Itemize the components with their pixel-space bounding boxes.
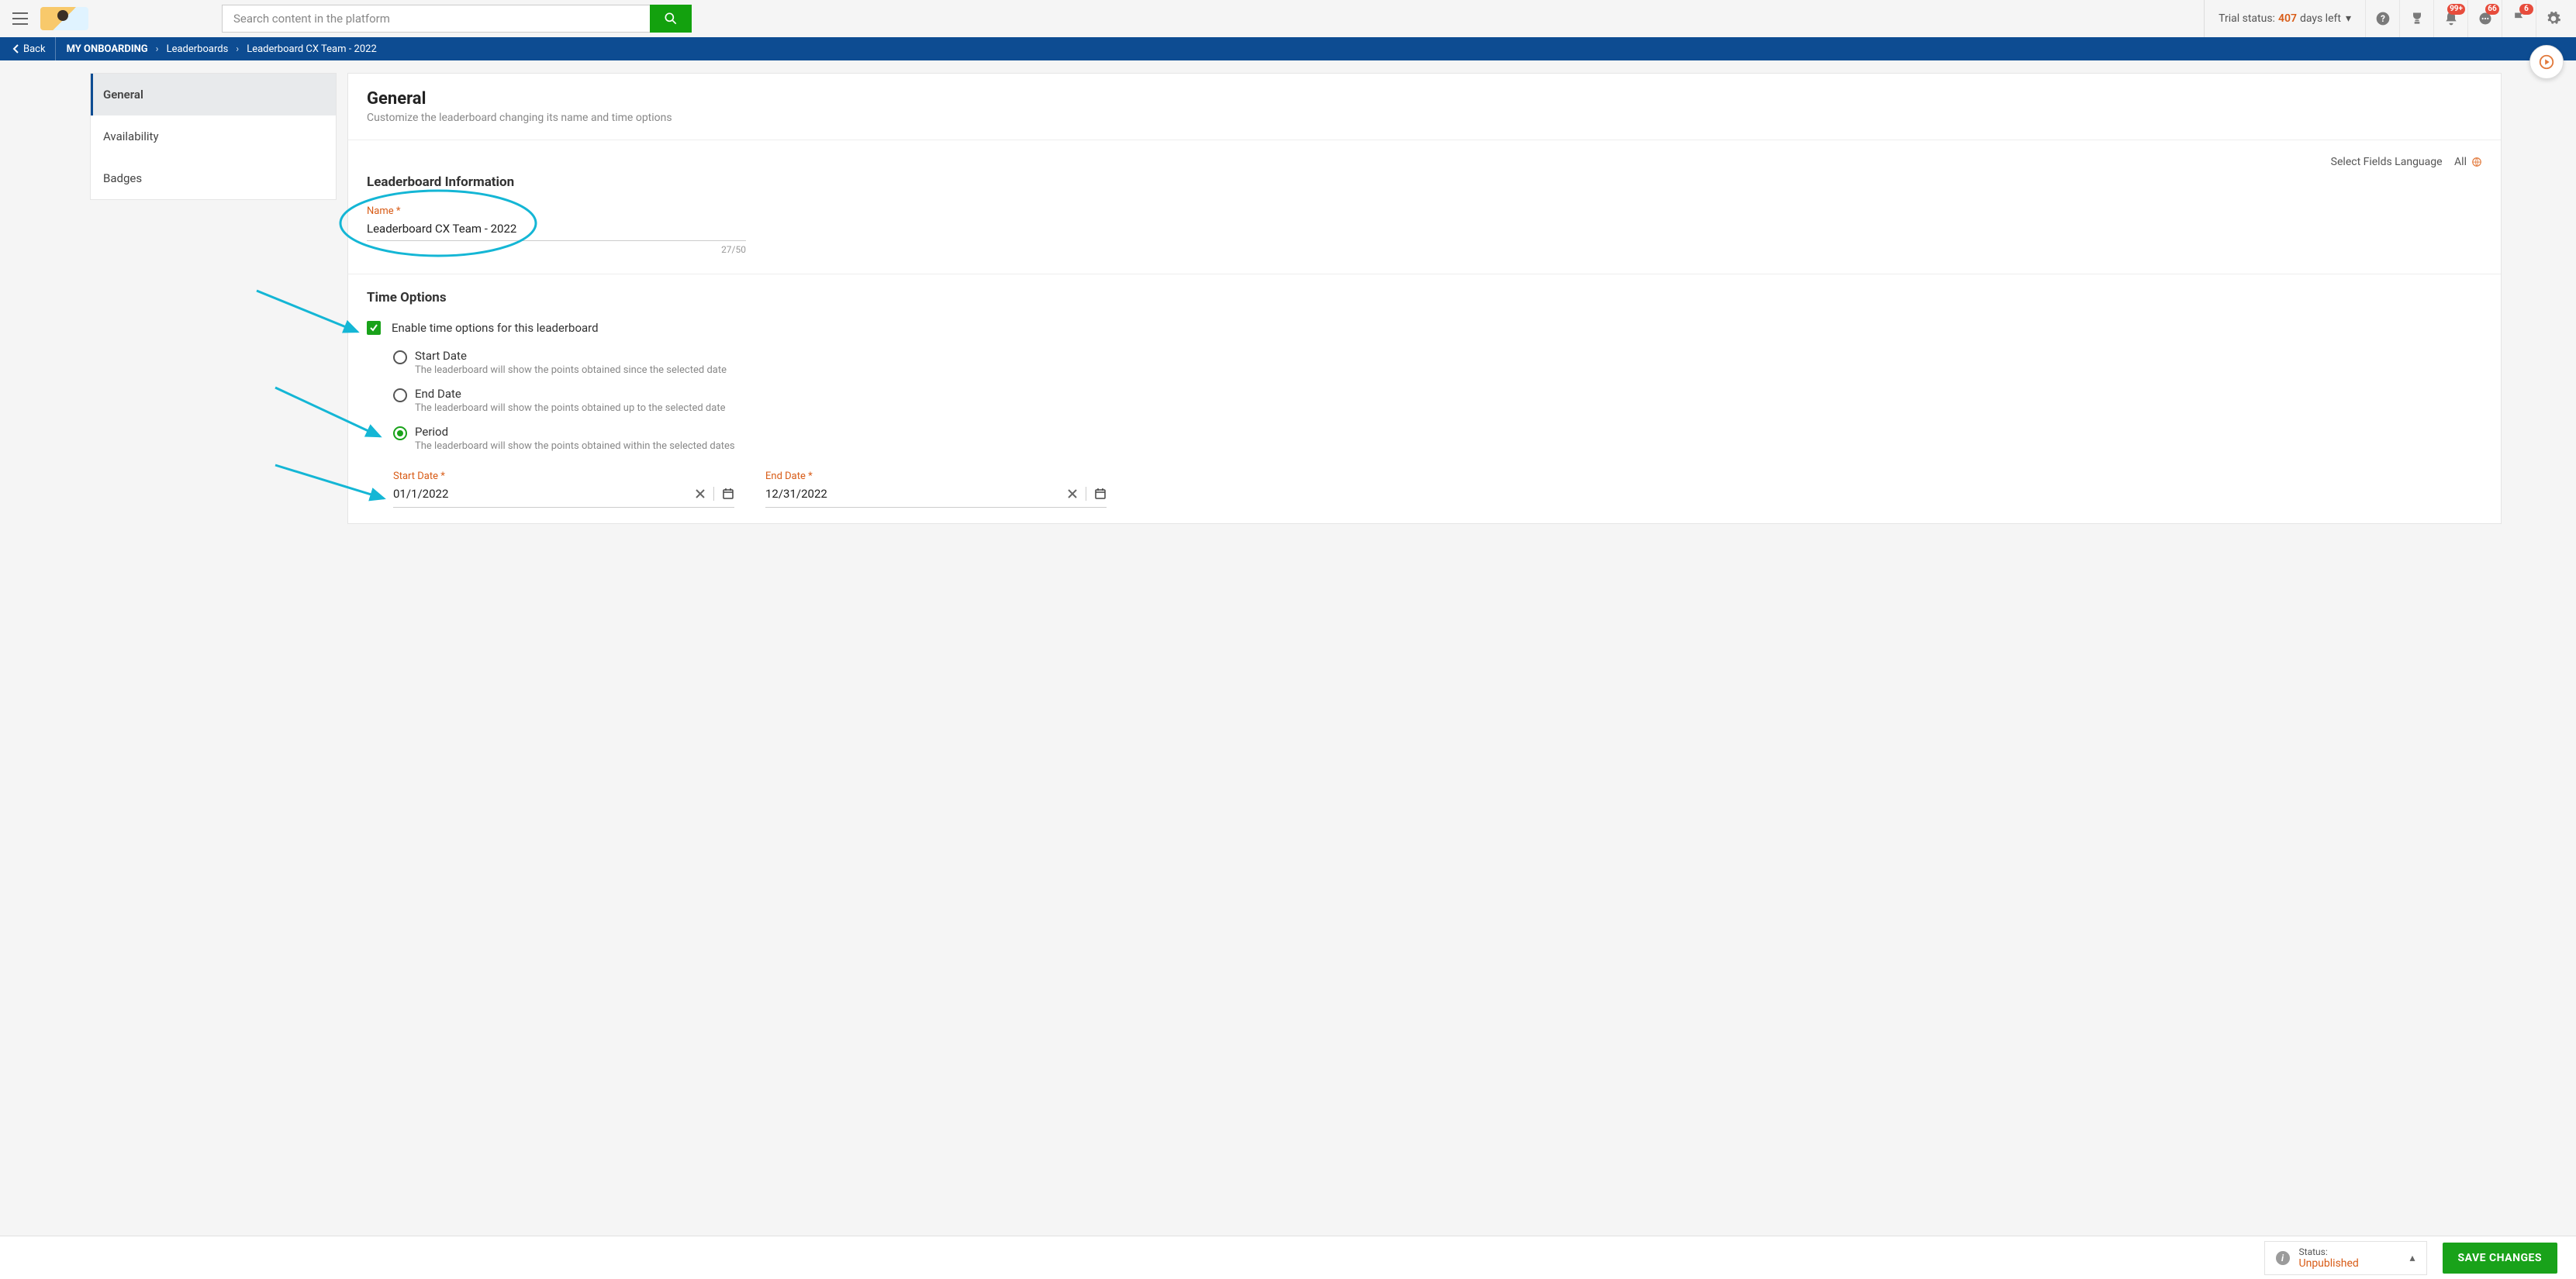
radio-period-desc: The leaderboard will show the points obt… <box>415 440 735 452</box>
name-counter: 27/50 <box>367 244 746 255</box>
radio-end-label: End Date <box>415 387 725 401</box>
main-panel: General Customize the leaderboard changi… <box>347 73 2502 524</box>
caret-up-icon: ▴ <box>2409 1252 2415 1264</box>
side-tab-availability[interactable]: Availability <box>91 115 336 157</box>
check-icon <box>369 323 378 333</box>
radio-end-desc: The leaderboard will show the points obt… <box>415 402 725 414</box>
crumb-leaderboards[interactable]: Leaderboards <box>161 43 235 55</box>
search-icon <box>663 11 679 26</box>
info-icon: i <box>2276 1251 2290 1265</box>
play-icon <box>2538 53 2555 71</box>
back-label: Back <box>23 43 46 55</box>
crumb-root[interactable]: MY ONBOARDING <box>60 43 154 55</box>
radio-start-desc: The leaderboard will show the points obt… <box>415 364 727 376</box>
clear-end-date-icon[interactable] <box>1067 488 1078 499</box>
play-help-button[interactable] <box>2529 45 2564 79</box>
calendar-end-icon[interactable] <box>1094 488 1107 500</box>
chevron-left-icon <box>12 44 20 53</box>
trophy-icon[interactable] <box>2399 0 2433 37</box>
radio-period-label: Period <box>415 425 735 439</box>
start-date-label: Start Date * <box>393 471 734 482</box>
name-label: Name * <box>367 205 2482 217</box>
radio-start-date[interactable]: Start Date The leaderboard will show the… <box>393 349 2482 376</box>
radio-icon <box>393 350 407 364</box>
start-date-input[interactable] <box>393 484 695 504</box>
end-date-label: End Date * <box>765 471 1107 482</box>
heading-time-options: Time Options <box>367 290 2482 305</box>
fields-language-selector[interactable]: Select Fields Language All <box>367 156 2482 168</box>
radio-period[interactable]: Period The leaderboard will show the poi… <box>393 425 2482 452</box>
hamburger-menu[interactable] <box>6 5 34 33</box>
chevron-right-icon: › <box>234 43 240 55</box>
chat-badge: 66 <box>2485 4 2499 15</box>
svg-text:?: ? <box>2381 13 2385 24</box>
status-value: Unpublished <box>2299 1257 2359 1270</box>
radio-end-date[interactable]: End Date The leaderboard will show the p… <box>393 387 2482 414</box>
radio-icon <box>393 388 407 402</box>
fields-language-label: Select Fields Language <box>2331 156 2443 168</box>
chevron-right-icon: › <box>154 43 161 55</box>
trial-prefix: Trial status: <box>2219 12 2275 25</box>
search-input[interactable] <box>222 5 650 33</box>
flag-badge: 6 <box>2519 4 2533 15</box>
save-button[interactable]: SAVE CHANGES <box>2443 1243 2557 1274</box>
clear-start-date-icon[interactable] <box>695 488 706 499</box>
radio-start-label: Start Date <box>415 349 727 363</box>
trial-status[interactable]: Trial status: 407 days left ▾ <box>2204 0 2365 37</box>
radio-icon <box>393 426 407 440</box>
chat-icon[interactable]: 66 <box>2467 0 2502 37</box>
side-tab-general[interactable]: General <box>91 74 336 115</box>
help-icon[interactable]: ? <box>2365 0 2399 37</box>
enable-time-checkbox[interactable] <box>367 321 381 335</box>
trial-days: 407 <box>2278 12 2297 25</box>
status-label: Status: <box>2299 1246 2359 1257</box>
flag-icon[interactable]: 6 <box>2502 0 2536 37</box>
side-nav: General Availability Badges <box>90 73 337 200</box>
app-logo[interactable] <box>40 7 88 30</box>
side-tab-badges[interactable]: Badges <box>91 157 336 199</box>
section-heading-general: General <box>367 89 2482 109</box>
globe-icon <box>2471 157 2482 167</box>
section-sub-general: Customize the leaderboard changing its n… <box>367 112 2482 124</box>
crumb-current: Leaderboard CX Team - 2022 <box>240 43 383 55</box>
end-date-input[interactable] <box>765 484 1067 504</box>
separator <box>713 487 714 501</box>
heading-leaderboard-info: Leaderboard Information <box>367 174 2482 190</box>
calendar-start-icon[interactable] <box>722 488 734 500</box>
caret-down-icon: ▾ <box>2346 12 2351 25</box>
status-dropdown[interactable]: i Status: Unpublished ▴ <box>2264 1241 2427 1275</box>
gear-icon[interactable] <box>2536 0 2570 37</box>
bell-badge: 99+ <box>2447 4 2465 15</box>
name-input[interactable] <box>367 219 746 241</box>
fields-language-value: All <box>2454 156 2467 168</box>
bell-icon[interactable]: 99+ <box>2433 0 2467 37</box>
back-button[interactable]: Back <box>9 37 56 60</box>
search-button[interactable] <box>650 5 692 33</box>
trial-suffix: days left <box>2300 12 2341 25</box>
enable-time-label: Enable time options for this leaderboard <box>392 321 599 335</box>
